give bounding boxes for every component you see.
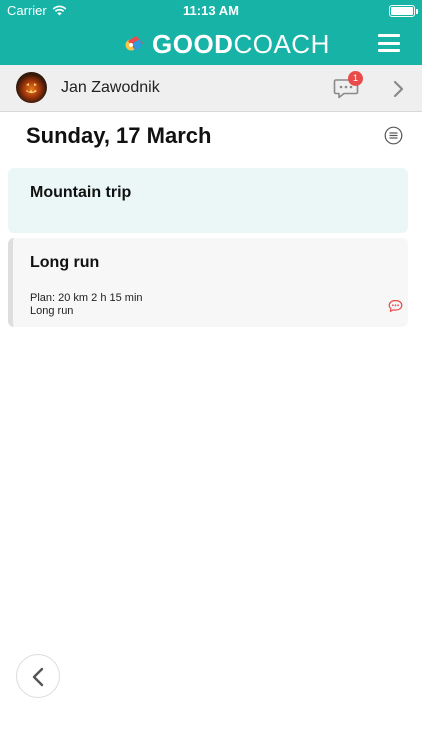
list-menu-icon[interactable] [384, 126, 403, 145]
comment-icon[interactable] [388, 299, 403, 313]
workout-plan: Plan: 20 km 2 h 15 min [30, 292, 143, 304]
hamburger-menu-icon[interactable] [378, 34, 400, 52]
menu-line [378, 41, 400, 45]
logo-icon [125, 36, 143, 51]
menu-line [378, 34, 400, 37]
app-header: Carrier 11:13 AM GOODCOACH [0, 0, 422, 65]
avatar-pumpkin-image [26, 83, 37, 93]
chevron-right-icon[interactable] [390, 79, 406, 99]
brand-name: GOODCOACH [152, 31, 330, 57]
app-logo: GOODCOACH [122, 29, 330, 59]
battery-icon [389, 5, 418, 17]
avatar[interactable] [16, 72, 47, 103]
status-time: 11:13 AM [183, 3, 239, 18]
page-title: Sunday, 17 March [26, 123, 212, 148]
status-bar: Carrier 11:13 AM [0, 0, 422, 22]
workout-card-long-run[interactable]: Long run Plan: 20 km 2 h 15 min Long run [8, 238, 408, 327]
battery-level-fill [391, 7, 413, 15]
workout-title: Long run [30, 254, 100, 271]
workout-subtitle: Long run [30, 305, 74, 317]
workout-card-mountain-trip[interactable]: Mountain trip [8, 168, 408, 233]
athlete-name[interactable]: Jan Zawodnik [61, 79, 160, 97]
brand-name-regular: COACH [233, 29, 330, 59]
workout-title: Mountain trip [30, 184, 132, 201]
back-button[interactable] [16, 654, 60, 698]
menu-line [378, 49, 400, 52]
athlete-bar: Jan Zawodnik 1 [0, 65, 422, 112]
unread-messages-badge: 1 [348, 71, 363, 86]
chevron-left-icon [32, 667, 44, 687]
brand-name-bold: GOOD [152, 29, 234, 59]
